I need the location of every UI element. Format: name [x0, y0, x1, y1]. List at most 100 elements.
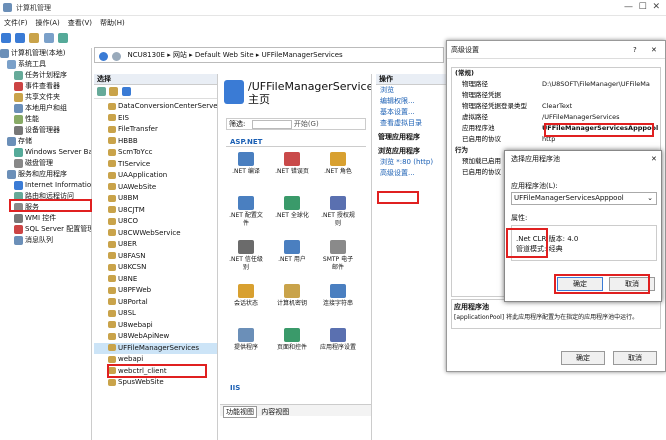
adv-cancel-button[interactable]: 取消: [613, 351, 657, 365]
site-item[interactable]: UAApplication: [94, 170, 217, 182]
refresh-icon[interactable]: [122, 87, 132, 96]
site-item[interactable]: UAWebSite: [94, 182, 217, 194]
site-item[interactable]: U8PFWeb: [94, 285, 217, 297]
save-icon[interactable]: [109, 87, 119, 96]
help-button[interactable]: ?: [633, 41, 637, 59]
properties-icon[interactable]: [43, 33, 54, 43]
tree-item[interactable]: 事件查看器: [0, 81, 91, 92]
tree-item[interactable]: 系统工具: [0, 59, 91, 70]
menu-item[interactable]: 帮助(H): [100, 18, 125, 28]
tree-item[interactable]: 服务和应用程序: [0, 169, 91, 180]
browse-http-link[interactable]: 浏览 *:80 (http): [376, 157, 446, 168]
site-item[interactable]: EIS: [94, 113, 217, 125]
feature-icon: [238, 152, 254, 166]
adv-ok-button[interactable]: 确定: [561, 351, 605, 365]
feature-item[interactable]: 页面和控件: [274, 328, 310, 352]
site-item[interactable]: HBBB: [94, 136, 217, 148]
action-link[interactable]: 查看虚拟目录: [376, 118, 446, 129]
folder-icon[interactable]: [29, 33, 40, 43]
site-item[interactable]: U8SL: [94, 308, 217, 320]
feature-item[interactable]: .NET 错误页: [274, 152, 310, 176]
feature-item[interactable]: .NET 编译: [228, 152, 264, 176]
tab-content-view[interactable]: 内容视图: [261, 407, 289, 417]
address-bar[interactable]: NCU8130E ▸ 网站 ▸ Default Web Site ▸ UFFil…: [94, 47, 444, 63]
breadcrumb-item[interactable]: 网站: [173, 51, 187, 59]
site-item[interactable]: FileTransfer: [94, 124, 217, 136]
tree-item[interactable]: SQL Server 配置管理器: [0, 224, 91, 235]
property-row[interactable]: 物理路径凭据登录类型 ClearText: [452, 101, 660, 112]
site-item[interactable]: U8FASN: [94, 251, 217, 263]
action-link[interactable]: 编辑权限...: [376, 96, 446, 107]
advanced-settings-link[interactable]: 高级设置...: [376, 168, 446, 179]
feature-item[interactable]: .NET 信任级别: [228, 240, 264, 272]
site-item[interactable]: DataConversionCenterServer: [94, 101, 217, 113]
site-item[interactable]: SpusWebSite: [94, 377, 217, 389]
action-link[interactable]: 浏览: [376, 85, 446, 96]
feature-item[interactable]: 会话状态: [228, 284, 264, 308]
action-link[interactable]: 基本设置...: [376, 107, 446, 118]
tree-item[interactable]: 本地用户和组: [0, 103, 91, 114]
site-item[interactable]: U8KCSN: [94, 262, 217, 274]
property-row[interactable]: 虚拟路径/UFFileManagerServices: [452, 112, 660, 123]
site-item[interactable]: U8ER: [94, 239, 217, 251]
site-item[interactable]: U8CO: [94, 216, 217, 228]
breadcrumb-item[interactable]: UFFileManagerServices: [262, 51, 343, 59]
site-item[interactable]: U8webapi: [94, 320, 217, 332]
site-item[interactable]: U8CWWebService: [94, 228, 217, 240]
forward-icon[interactable]: [112, 51, 122, 61]
go-button[interactable]: 开始(G): [294, 120, 319, 128]
site-item[interactable]: ScmToYcc: [94, 147, 217, 159]
feature-item[interactable]: 提供程序: [228, 328, 264, 352]
menu-item[interactable]: 文件(F): [4, 18, 28, 28]
close-icon[interactable]: ✕: [651, 151, 657, 167]
highlight-site: [107, 364, 207, 378]
menu-item[interactable]: 查看(V): [68, 18, 92, 28]
app-pool-select[interactable]: UFFileManagerServicesApppool ⌄: [511, 192, 657, 205]
site-item[interactable]: U8BM: [94, 193, 217, 205]
window-controls[interactable]: — ☐ ✕: [600, 2, 660, 12]
site-item[interactable]: U8NE: [94, 274, 217, 286]
site-item[interactable]: UFFileManagerServices: [94, 342, 217, 354]
feature-item[interactable]: .NET 用户: [274, 240, 310, 264]
connect-icon[interactable]: [97, 87, 106, 96]
close-icon[interactable]: ✕: [651, 41, 657, 59]
feature-item[interactable]: .NET 全球化: [274, 196, 310, 220]
property-row[interactable]: 物理路径凭据: [452, 90, 660, 101]
tree-item[interactable]: 共享文件夹: [0, 92, 91, 103]
tree-item[interactable]: 设备管理器: [0, 125, 91, 136]
tree-item[interactable]: 存储: [0, 136, 91, 147]
site-item[interactable]: U8CJTM: [94, 205, 217, 217]
property-description: 应用程序池 [applicationPool] 将此应用程序配置为在指定的应用程…: [451, 299, 661, 329]
site-icon: [224, 80, 244, 104]
tree-item[interactable]: 磁盘管理: [0, 158, 91, 169]
forward-icon[interactable]: [15, 33, 26, 43]
site-item[interactable]: U8Portal: [94, 297, 217, 309]
feature-item[interactable]: 计算机密钥: [274, 284, 310, 308]
tree-root[interactable]: 计算机管理(本地): [0, 48, 91, 59]
breadcrumb-separator-icon: ▸: [186, 51, 195, 59]
site-item[interactable]: U8WebApiNew: [94, 331, 217, 343]
feature-item[interactable]: 连接字符串: [320, 284, 356, 308]
help-icon[interactable]: [57, 33, 68, 43]
tree-item[interactable]: 任务计划程序: [0, 70, 91, 81]
feature-item[interactable]: 应用程序设置: [320, 328, 356, 352]
feature-item[interactable]: .NET 授权规则: [320, 196, 356, 228]
breadcrumb-item[interactable]: NCU8130E: [127, 51, 165, 59]
back-icon[interactable]: [99, 51, 108, 61]
feature-item[interactable]: SMTP 电子邮件: [320, 240, 356, 272]
tree-item[interactable]: 消息队列: [0, 235, 91, 246]
back-icon[interactable]: [1, 33, 11, 43]
tree-item[interactable]: 性能: [0, 114, 91, 125]
site-item[interactable]: TIService: [94, 159, 217, 171]
tree-item[interactable]: Internet Information S: [0, 180, 91, 191]
tab-features-view[interactable]: 功能视图: [223, 406, 257, 418]
feature-item[interactable]: .NET 角色: [320, 152, 356, 176]
connections-pane: 选择 DataConversionCenterServer EIS FileTran…: [94, 74, 218, 440]
filter-input[interactable]: [251, 119, 292, 129]
tree-item[interactable]: WMI 控件: [0, 213, 91, 224]
breadcrumb-item[interactable]: Default Web Site: [195, 51, 254, 59]
tree-item[interactable]: Windows Server Back: [0, 147, 91, 158]
menu-item[interactable]: 操作(A): [36, 18, 60, 28]
feature-item[interactable]: .NET 配置文件: [228, 196, 264, 228]
property-row[interactable]: 物理路径 D:\U8SOFT\FileManager\UFFileMa: [452, 79, 660, 90]
